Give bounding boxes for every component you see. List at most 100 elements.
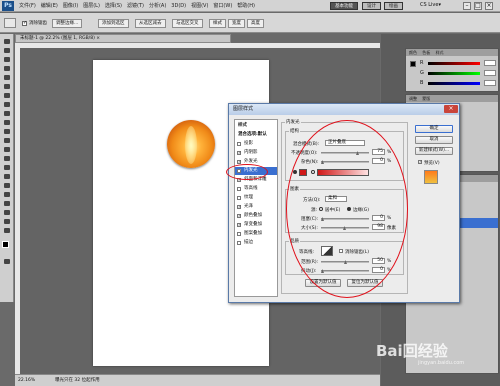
style-item-checkbox[interactable]: ✓ <box>237 223 241 227</box>
path-selection-icon[interactable] <box>2 182 12 189</box>
baidu-watermark-url: jingyan.baidu.com <box>418 360 465 366</box>
antialias-checkbox[interactable]: ✓ <box>22 21 27 26</box>
add-to-selection-button[interactable]: 添加到选区 <box>98 19 129 28</box>
menu-select[interactable]: 选择(S) <box>105 2 122 9</box>
eraser-tool-icon[interactable] <box>2 128 12 135</box>
tab-masks[interactable]: 蒙版 <box>422 96 430 101</box>
style-item-checkbox[interactable]: ✓ <box>237 151 241 155</box>
tab-swatches[interactable]: 色板 <box>422 50 430 55</box>
blue-slider[interactable]: B <box>420 80 498 86</box>
style-item-label: 渐变叠加 <box>244 222 262 227</box>
menu-filter[interactable]: 滤镜(T) <box>127 2 144 9</box>
new-style-button[interactable]: 新建样式(W)... <box>415 147 453 155</box>
color-panel: 颜色 色板 样式 R G B <box>405 48 499 92</box>
intersect-selection-button[interactable]: 与选区交叉 <box>172 19 203 28</box>
dialog-title: 图层样式 <box>229 104 459 115</box>
style-item[interactable]: ✓ 颜色叠加 <box>235 212 277 220</box>
move-tool-icon[interactable] <box>2 38 12 45</box>
style-item[interactable]: ✓ 光泽 <box>235 203 277 211</box>
green-slider[interactable]: G <box>420 70 498 76</box>
clone-stamp-icon[interactable] <box>2 110 12 117</box>
style-item[interactable]: ✓ 渐变叠加 <box>235 221 277 229</box>
style-item[interactable]: 样式 <box>235 122 277 130</box>
eyedropper-icon[interactable] <box>2 83 12 90</box>
type-tool-icon[interactable] <box>2 173 12 180</box>
minimize-button[interactable]: – <box>463 2 471 10</box>
healing-brush-icon[interactable] <box>2 92 12 99</box>
menu-layer[interactable]: 图层(L) <box>83 2 100 9</box>
style-item-label: 光泽 <box>244 204 253 209</box>
menu-view[interactable]: 视图(V) <box>191 2 208 9</box>
width-field[interactable]: 宽度 <box>228 19 245 28</box>
menu-help[interactable]: 帮助(H) <box>237 2 255 9</box>
history-brush-icon[interactable] <box>2 119 12 126</box>
tab-color[interactable]: 颜色 <box>409 50 417 55</box>
preview-checkbox[interactable]: ✓ <box>418 160 422 164</box>
marquee-tool-icon[interactable] <box>2 47 12 54</box>
style-item[interactable]: 描边 <box>235 239 277 247</box>
document-tab[interactable]: 未标题-1 @ 22.2% (图层 1, RGB/8) × <box>15 34 231 43</box>
style-item-checkbox[interactable] <box>237 196 241 200</box>
3d-camera-icon[interactable] <box>2 209 12 216</box>
color-fg-swatch[interactable] <box>410 61 416 67</box>
tab-styles[interactable]: 样式 <box>436 50 444 55</box>
zoom-tool-icon[interactable] <box>2 227 12 234</box>
workspace-design-button[interactable]: 设计 <box>362 2 381 10</box>
zoom-level[interactable]: 22.16% <box>18 375 35 386</box>
menu-3d[interactable]: 3D(D) <box>171 3 186 9</box>
dialog-close-button[interactable]: × <box>444 105 458 113</box>
workspace-essentials-button[interactable]: 基本功能 <box>330 2 358 10</box>
style-item[interactable]: ✓ 内阴影 <box>235 149 277 157</box>
lasso-tool-icon[interactable] <box>2 56 12 63</box>
menu-edit[interactable]: 编辑(E) <box>41 2 58 9</box>
subtract-selection-button[interactable]: 从选区减去 <box>135 19 166 28</box>
style-item[interactable]: 图案叠加 <box>235 230 277 238</box>
cancel-button[interactable]: 取消 <box>415 136 453 144</box>
style-item-label: 投影 <box>244 141 253 146</box>
refine-edge-button[interactable]: 调整边缘... <box>52 19 83 28</box>
shape-tool-icon[interactable] <box>2 191 12 198</box>
dodge-tool-icon[interactable] <box>2 155 12 162</box>
lasso-tool-preset-icon[interactable] <box>4 18 16 28</box>
color-panel-tabs[interactable]: 颜色 色板 样式 <box>406 49 498 56</box>
style-item[interactable]: 纹理 <box>235 194 277 202</box>
style-item-checkbox[interactable] <box>237 142 241 146</box>
foreground-color-swatch[interactable] <box>2 241 9 248</box>
style-item[interactable]: 投影 <box>235 140 277 148</box>
style-item-checkbox[interactable] <box>237 187 241 191</box>
menu-analysis[interactable]: 分析(A) <box>149 2 166 9</box>
ok-button[interactable]: 确定 <box>415 125 453 133</box>
style-item-checkbox[interactable] <box>237 241 241 245</box>
structure-title: 结构 <box>289 128 300 134</box>
menu-image[interactable]: 图像(I) <box>63 2 78 9</box>
tab-adjustments[interactable]: 调整 <box>409 96 417 101</box>
style-item-label: 样式 <box>238 123 247 128</box>
hand-tool-icon[interactable] <box>2 218 12 225</box>
maximize-button[interactable]: □ <box>474 2 482 10</box>
style-item[interactable]: 混合选项:默认 <box>235 131 277 139</box>
style-item-checkbox[interactable] <box>237 232 241 236</box>
gradient-tool-icon[interactable] <box>2 137 12 144</box>
menu-file[interactable]: 文件(F) <box>19 2 36 9</box>
height-field[interactable]: 高度 <box>247 19 264 28</box>
style-item[interactable]: 等高线 <box>235 185 277 193</box>
style-button[interactable]: 样式 <box>209 19 226 28</box>
workspace-painting-button[interactable]: 绘画 <box>384 2 403 10</box>
3d-rotate-icon[interactable] <box>2 200 12 207</box>
red-slider[interactable]: R <box>420 60 498 66</box>
style-item-label: 描边 <box>244 240 253 245</box>
menu-window[interactable]: 窗口(W) <box>213 2 232 9</box>
style-item-checkbox[interactable]: ✓ <box>237 214 241 218</box>
orb-highlight <box>185 126 197 164</box>
crop-tool-icon[interactable] <box>2 74 12 81</box>
blur-tool-icon[interactable] <box>2 146 12 153</box>
pen-tool-icon[interactable] <box>2 164 12 171</box>
style-item-checkbox[interactable]: ✓ <box>237 205 241 209</box>
brush-tool-icon[interactable] <box>2 101 12 108</box>
close-button[interactable]: × <box>485 2 493 10</box>
magic-wand-icon[interactable] <box>2 65 12 72</box>
quick-mask-icon[interactable] <box>2 258 12 265</box>
vertical-ruler <box>15 43 20 374</box>
adjustments-panel-tabs[interactable]: 调整 蒙版 <box>406 95 498 102</box>
cs-live-button[interactable]: CS Live▾ <box>420 2 441 8</box>
